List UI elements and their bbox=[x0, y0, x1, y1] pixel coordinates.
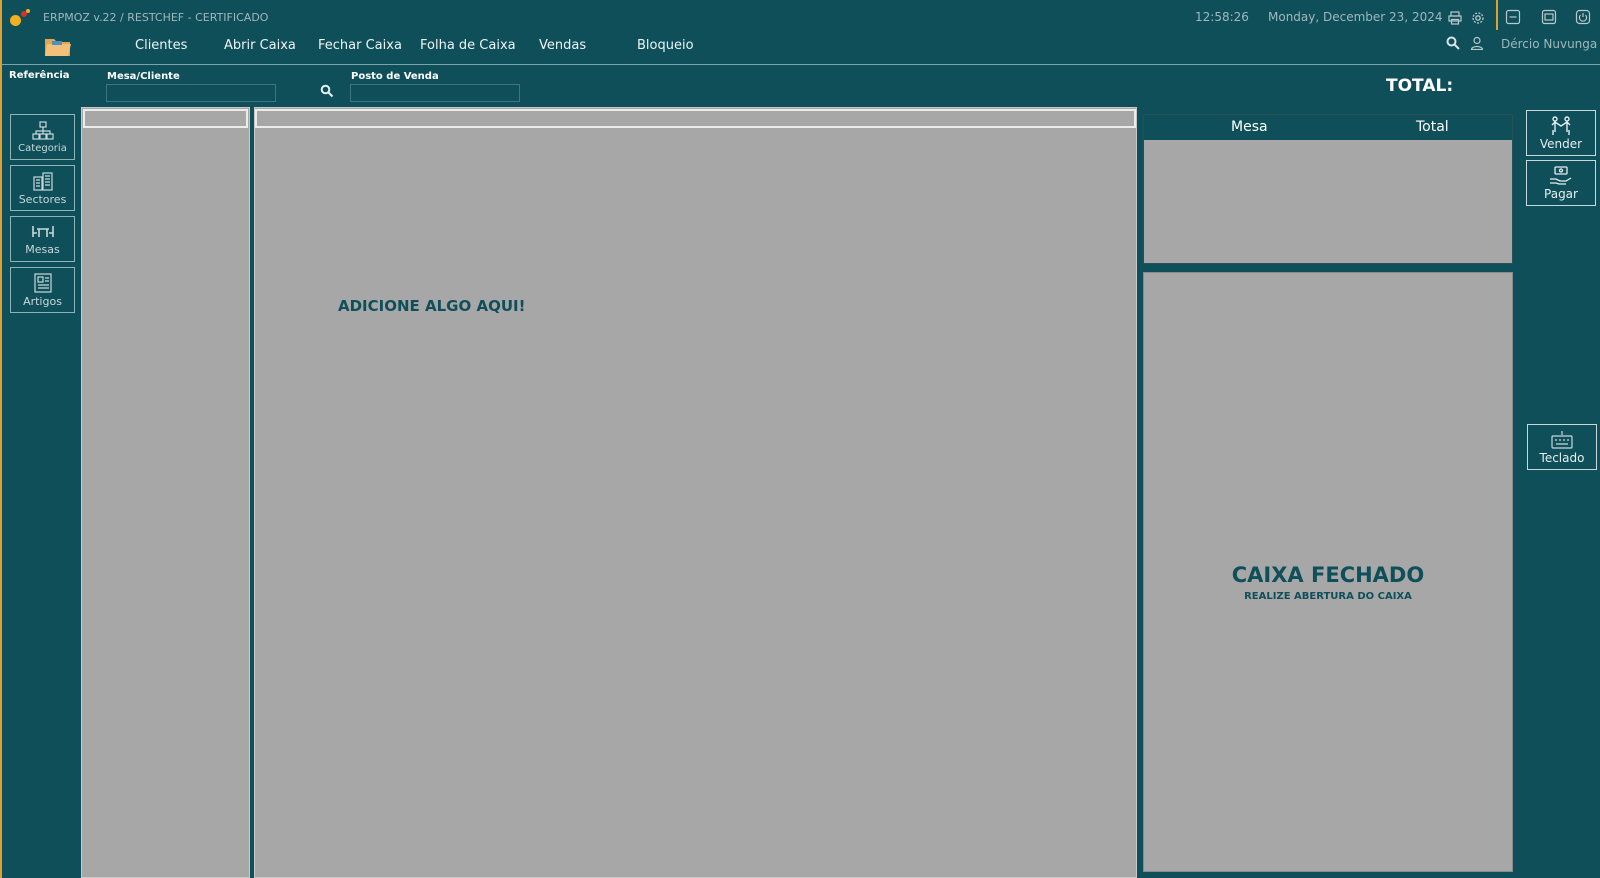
posto-venda-label: Posto de Venda bbox=[351, 71, 439, 82]
list-icon bbox=[33, 272, 52, 293]
user-name: Dércio Nuvunga bbox=[1501, 37, 1598, 51]
mesa-cliente-label: Mesa/Cliente bbox=[107, 71, 180, 82]
vender-button[interactable]: Vender bbox=[1526, 110, 1596, 156]
vender-label: Vender bbox=[1539, 136, 1583, 151]
title-separator bbox=[1496, 0, 1498, 30]
building-icon bbox=[32, 171, 53, 191]
posto-venda-input[interactable] bbox=[350, 84, 520, 102]
mesa-table-header: Mesa Total bbox=[1144, 115, 1512, 140]
referencia-label: Referência bbox=[9, 70, 70, 81]
total-label: TOTAL: bbox=[1386, 76, 1454, 96]
sidebar-item-mesas[interactable]: Mesas bbox=[10, 216, 75, 262]
sidebar-item-artigos[interactable]: Artigos bbox=[10, 267, 75, 313]
items-panel[interactable] bbox=[254, 107, 1137, 878]
app-title: ERPMOZ v.22 / RESTCHEF - CERTIFICADO bbox=[43, 11, 269, 24]
date-label: Monday, December 23, 2024 bbox=[1268, 10, 1443, 24]
menu-folha-de-caixa[interactable]: Folha de Caixa bbox=[420, 38, 516, 53]
menu-fechar-caixa[interactable]: Fechar Caixa bbox=[318, 38, 402, 53]
app-logo bbox=[10, 9, 32, 27]
menu-clientes[interactable]: Clientes bbox=[135, 38, 187, 53]
menu-divider bbox=[2, 64, 1600, 65]
pagar-label: Pagar bbox=[1544, 186, 1578, 201]
menu-vendas[interactable]: Vendas bbox=[539, 38, 586, 53]
search-mesa-icon[interactable] bbox=[318, 82, 336, 100]
restore-icon[interactable] bbox=[1540, 8, 1558, 26]
teclado-label: Teclado bbox=[1539, 450, 1585, 465]
table-chairs-icon bbox=[31, 225, 54, 237]
keyboard-icon bbox=[1551, 430, 1573, 449]
user-icon[interactable] bbox=[1468, 34, 1486, 52]
gear-icon[interactable] bbox=[1469, 9, 1487, 27]
sidebar-item-sectores[interactable]: Sectores bbox=[10, 165, 75, 211]
category-list-header bbox=[83, 109, 248, 128]
sidebar-item-categoria[interactable]: Categoria bbox=[10, 114, 75, 160]
sidebar-item-label: Sectores bbox=[18, 192, 67, 206]
category-list-panel[interactable] bbox=[81, 107, 250, 878]
folder-icon[interactable] bbox=[44, 36, 72, 58]
cash-status-title: CAIXA FECHADO bbox=[1231, 563, 1425, 587]
sidebar-item-label: Categoria bbox=[18, 142, 67, 154]
printer-icon[interactable] bbox=[1446, 9, 1464, 27]
sitemap-icon bbox=[31, 120, 54, 140]
menu-abrir-caixa[interactable]: Abrir Caixa bbox=[224, 38, 296, 53]
empty-message: ADICIONE ALGO AQUI! bbox=[338, 297, 526, 315]
clock: 12:58:26 bbox=[1195, 10, 1249, 24]
teclado-button[interactable]: Teclado bbox=[1527, 424, 1597, 470]
menu-bloqueio[interactable]: Bloqueio bbox=[637, 38, 694, 53]
column-mesa: Mesa bbox=[1231, 119, 1268, 135]
pagar-button[interactable]: Pagar bbox=[1526, 160, 1596, 206]
handshake-people-icon bbox=[1551, 115, 1571, 135]
column-total: Total bbox=[1416, 119, 1449, 135]
sidebar-item-label: Artigos bbox=[23, 294, 62, 308]
search-icon[interactable] bbox=[1444, 34, 1462, 52]
cash-status-panel: CAIXA FECHADO REALIZE ABERTURA DO CAIXA bbox=[1143, 272, 1513, 872]
cash-status-subtitle: REALIZE ABERTURA DO CAIXA bbox=[1244, 591, 1412, 602]
items-panel-header bbox=[255, 109, 1136, 128]
mesa-table[interactable]: Mesa Total bbox=[1143, 114, 1513, 264]
mesa-cliente-input[interactable] bbox=[106, 84, 276, 102]
pay-hand-icon bbox=[1550, 165, 1572, 185]
minimize-icon[interactable] bbox=[1504, 8, 1522, 26]
power-icon[interactable] bbox=[1574, 8, 1592, 26]
sidebar-item-label: Mesas bbox=[25, 242, 60, 256]
